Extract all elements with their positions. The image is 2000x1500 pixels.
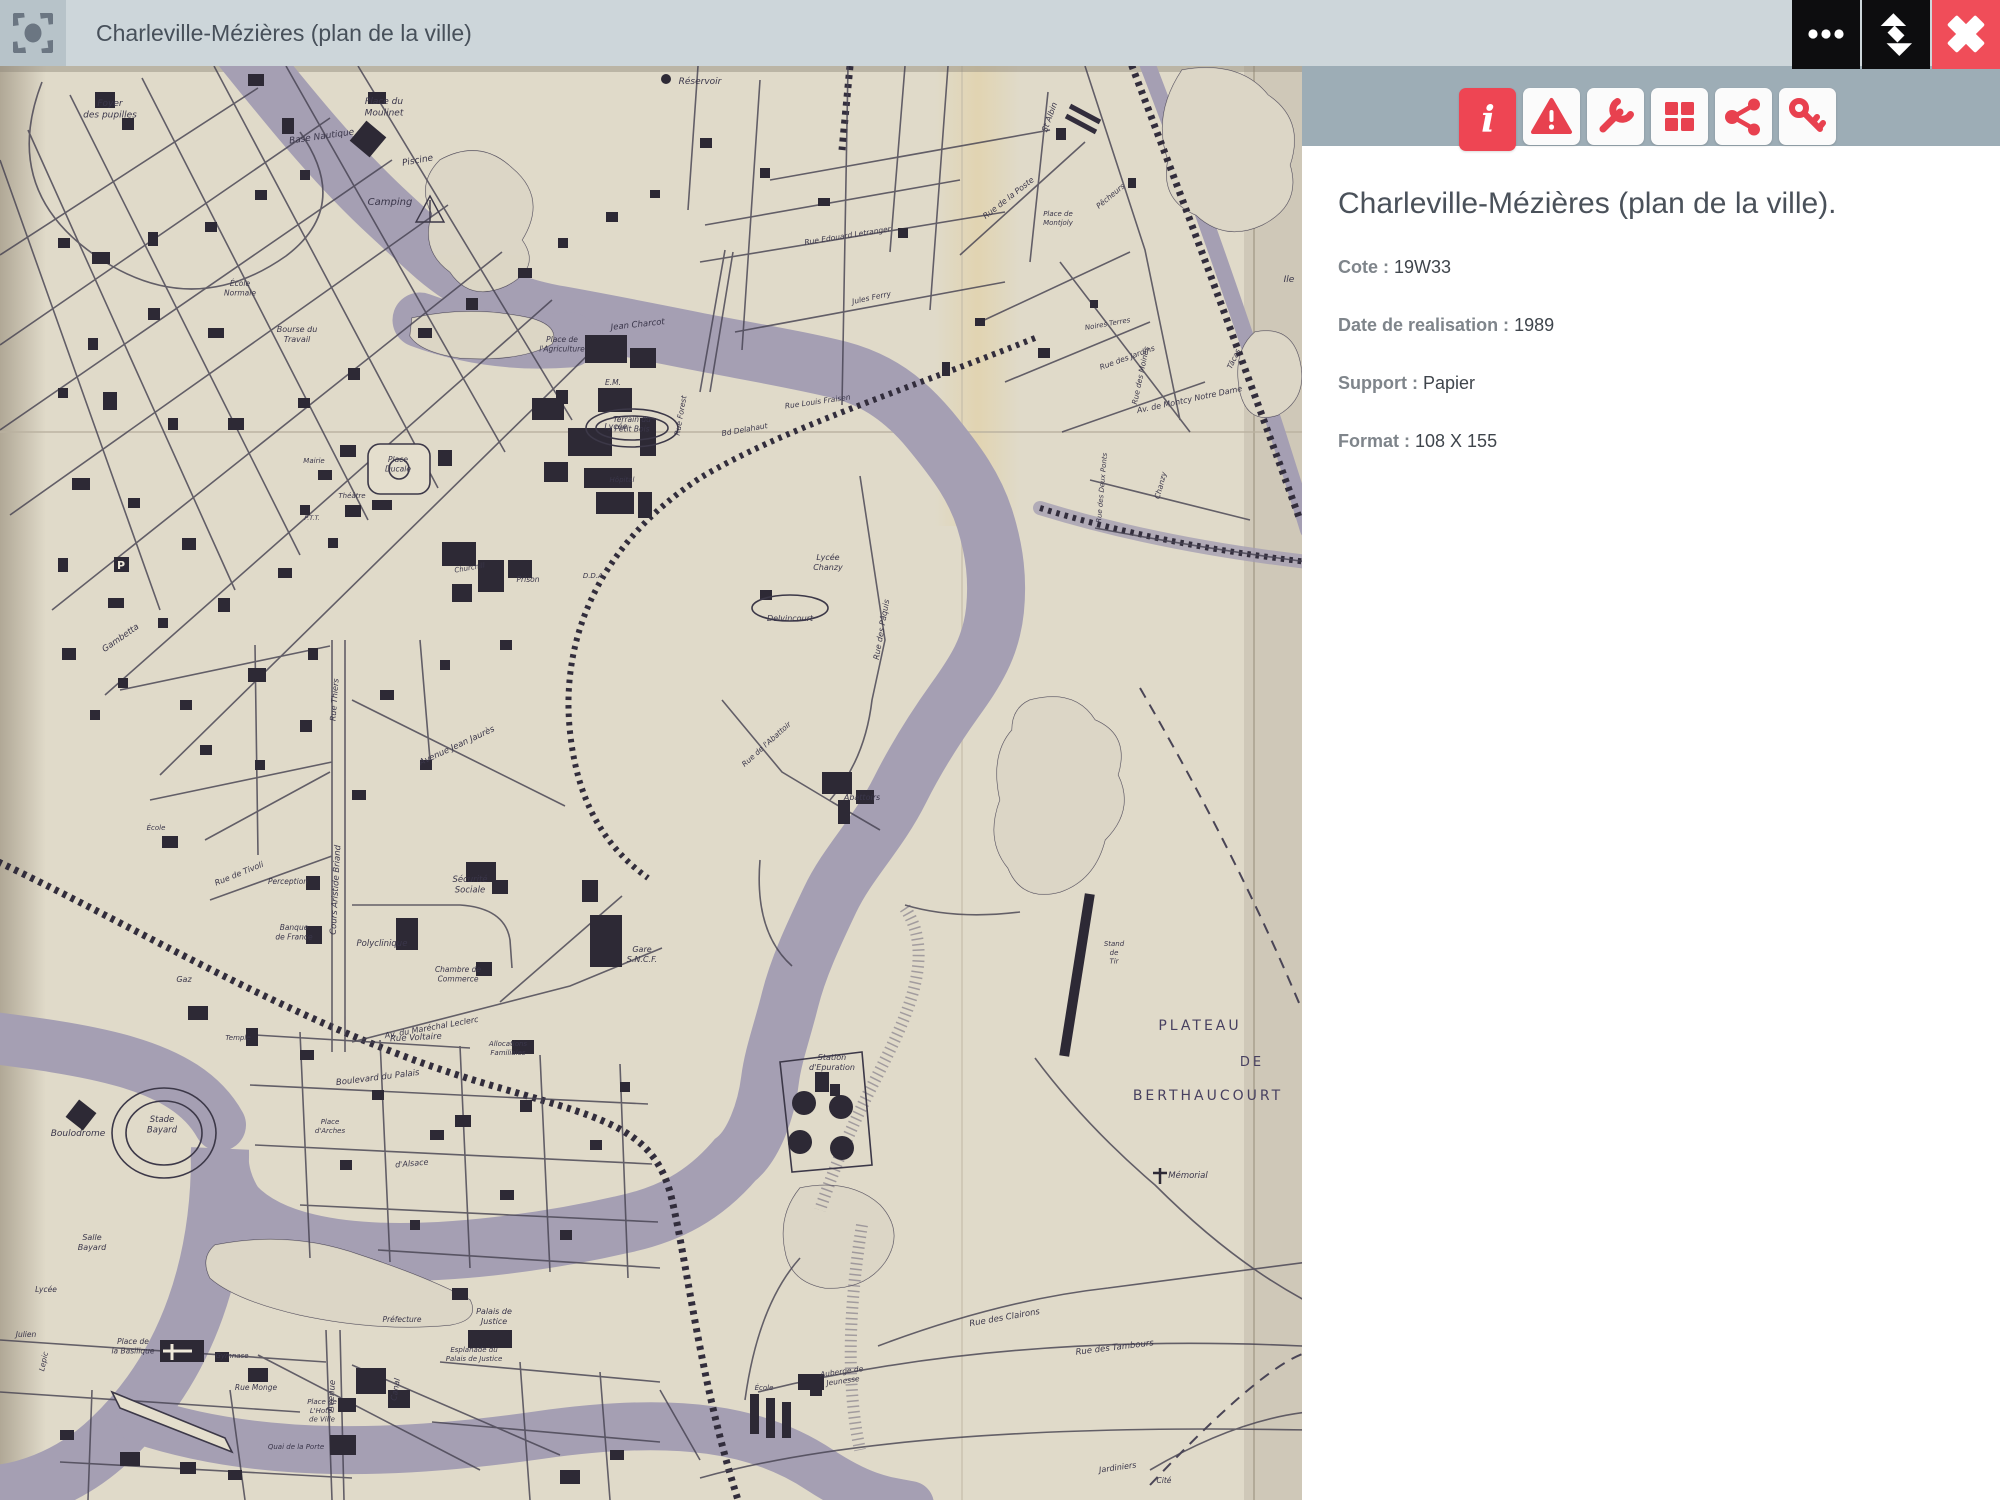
metadata-row: Date de realisation : 1989 xyxy=(1338,314,1960,336)
map-place-label: Palais deJustice xyxy=(476,1307,512,1326)
map-place-label: D.D.A. xyxy=(583,572,605,580)
map-place-label: Mairie xyxy=(303,457,324,465)
viewer-window: Charleville-Mézières (plan de la ville) xyxy=(0,0,2000,1500)
metadata-list: Cote : 19W33 Date de realisation : 1989 Su… xyxy=(1338,256,1960,452)
map-place-label: Esplanade duPalais de Justice xyxy=(446,1346,503,1363)
tab-permalink[interactable] xyxy=(1779,88,1836,145)
metadata-label: Date de realisation : xyxy=(1338,315,1509,335)
top-bar: Charleville-Mézières (plan de la ville) xyxy=(0,0,2000,66)
diagonal-resize-icon xyxy=(1862,57,1930,72)
window-title: Charleville-Mézières (plan de la ville) xyxy=(96,0,472,66)
map-viewport[interactable]: #b1,#b2,#b3,#b4,#b5,#b6,#b7{fill:#dcd6c5… xyxy=(0,66,1302,1500)
share-icon xyxy=(1715,88,1772,145)
map-place-label: Place duMoulinet xyxy=(365,97,404,118)
more-options-button[interactable] xyxy=(1792,0,1860,69)
map-place-label: Terrain duPetit Bois xyxy=(613,415,651,433)
metadata-row: Cote : 19W33 xyxy=(1338,256,1960,278)
close-button[interactable] xyxy=(1932,0,2000,69)
metadata-value: 1989 xyxy=(1509,315,1554,335)
map-place-label: Ile xyxy=(1284,275,1295,285)
map-place-label: Gaz xyxy=(176,975,192,984)
grid-icon xyxy=(1651,88,1708,145)
viewer-logo xyxy=(0,0,66,66)
metadata-value: Papier xyxy=(1418,373,1475,393)
map-place-label: Cité xyxy=(1157,1476,1172,1485)
metadata-label: Format : xyxy=(1338,431,1410,451)
map-place-label: DE xyxy=(1240,1055,1264,1070)
close-icon xyxy=(1932,57,2000,72)
svg-text:i: i xyxy=(1481,99,1495,141)
map-place-label: Gymnase xyxy=(215,1352,248,1360)
map-place-label: Abattoirs xyxy=(843,793,880,802)
map-place-label: Julien xyxy=(14,1330,37,1339)
map-place-label: BERTHAUCOURT xyxy=(1133,1088,1283,1104)
metadata-label: Support : xyxy=(1338,373,1418,393)
map-place-label: Camping xyxy=(368,197,413,208)
map-place-label: Rue Monge xyxy=(235,1383,278,1392)
map-place-label: StadeBayard xyxy=(147,1115,178,1136)
svg-text:P: P xyxy=(117,559,125,572)
map-place-label: E.M. xyxy=(605,378,621,387)
metadata-row: Format : 108 X 155 xyxy=(1338,430,1960,452)
map-place-label: Place dela Basilique xyxy=(111,1337,154,1355)
map-place-label: Banquede France xyxy=(275,923,313,941)
map-place-label: Temple xyxy=(225,1034,250,1042)
map-place-label: Chambre deCommerce xyxy=(435,965,481,983)
tab-info[interactable]: i xyxy=(1459,88,1516,151)
wrench-icon xyxy=(1587,88,1644,145)
record-details: Charleville-Mézières (plan de la ville).… xyxy=(1302,146,2000,452)
map-place-label: École xyxy=(755,1383,774,1392)
metadata-label: Cote : xyxy=(1338,257,1389,277)
tab-share[interactable] xyxy=(1715,88,1772,145)
tab-report-problem[interactable] xyxy=(1523,88,1580,145)
map-place-label: École xyxy=(147,823,166,832)
map-place-label: P.T.T. xyxy=(304,514,320,522)
metadata-value: 19W33 xyxy=(1389,257,1451,277)
panel-tab-strip: i xyxy=(1302,66,2000,146)
key-icon xyxy=(1779,88,1836,145)
map-place-label: Hôpital xyxy=(610,476,635,484)
map-place-label: Perception xyxy=(268,877,308,886)
tab-thumbnails[interactable] xyxy=(1651,88,1708,145)
ellipsis-icon xyxy=(1792,57,1860,72)
map-place-label: Réservoir xyxy=(679,76,723,87)
map-place-label: Boulodrome xyxy=(51,1129,106,1139)
map-place-label: Lycée xyxy=(35,1285,57,1294)
map-place-label: PLATEAU xyxy=(1158,1018,1241,1034)
map-place-label: AllocationsFamiliales xyxy=(488,1040,528,1057)
map-place-label: Place deMontjoly xyxy=(1043,210,1074,227)
map-place-label: Polyclinique xyxy=(357,939,408,949)
map-place-label: SécuritéSociale xyxy=(452,874,487,896)
tab-tools[interactable] xyxy=(1587,88,1644,145)
warning-triangle-icon xyxy=(1523,88,1580,145)
details-panel: i xyxy=(1302,66,2000,1500)
map-place-label: Mémorial xyxy=(1168,1170,1208,1181)
map-place-label: Place deL'Hotelde Ville xyxy=(307,1398,337,1424)
metadata-row: Support : Papier xyxy=(1338,372,1960,394)
map-place-label: Préfecture xyxy=(383,1315,422,1324)
map-place-label: PlaceDucale xyxy=(385,455,411,473)
map-place-label: Prison xyxy=(517,575,540,584)
map-place-label: Théâtre xyxy=(338,492,365,500)
map-place-label: Quai de la Porte xyxy=(268,1443,324,1451)
info-icon: i xyxy=(1459,91,1516,148)
fullscreen-button[interactable] xyxy=(1862,0,1930,69)
metadata-value: 108 X 155 xyxy=(1410,431,1497,451)
map-place-label: Delvincourt xyxy=(767,614,814,623)
record-title: Charleville-Mézières (plan de la ville). xyxy=(1338,182,1960,226)
